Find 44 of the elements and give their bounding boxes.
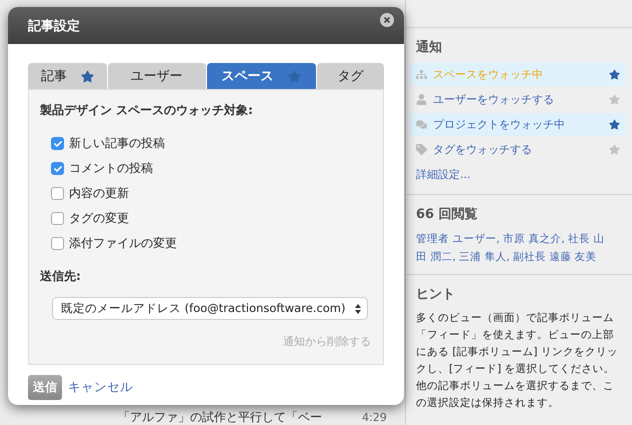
- section-title: 通知: [416, 39, 443, 56]
- section-title: ヒント: [416, 286, 456, 303]
- checkbox[interactable]: [51, 162, 64, 175]
- dialog-title: 記事設定: [28, 18, 80, 34]
- checkbox[interactable]: [51, 187, 64, 200]
- checkbox-label: 新しい記事の投稿: [69, 135, 165, 152]
- user-icon: [416, 94, 427, 105]
- watch-item[interactable]: タグをウォッチする: [410, 138, 626, 161]
- star-icon[interactable]: [609, 69, 620, 80]
- checkmark-icon: [54, 140, 62, 148]
- tab[interactable]: タグ: [316, 63, 384, 89]
- settings-link[interactable]: 詳細設定...: [416, 167, 624, 182]
- watch-item[interactable]: プロジェクトをウォッチ中: [410, 113, 626, 136]
- star-icon[interactable]: [609, 94, 620, 105]
- star-icon[interactable]: [609, 119, 620, 130]
- viewer-list[interactable]: 管理者 ユーザー, 市原 真之介, 社長 山田 潤二, 三浦 隼人, 副社長 遠藤 友美: [416, 230, 606, 266]
- checkbox[interactable]: [51, 237, 64, 250]
- sitemap-icon: [416, 69, 427, 80]
- checkbox[interactable]: [51, 212, 64, 225]
- tab[interactable]: スペース: [206, 63, 316, 89]
- hint-text: 多くのビュー（画面）で記事ボリューム「フィード」を使えます。ビューの上部にある [記事ボリューム] リンクをクリックし、[フィード] を選択してください。他の記事ボリュームを選択するまで、この選択設定は保持されます。: [416, 311, 619, 411]
- star-icon[interactable]: [609, 144, 620, 155]
- speech-bubbles-icon: [416, 119, 427, 130]
- checkbox-label: 添付ファイルの変更: [69, 235, 177, 252]
- article-snippet: 「アルファ」の試作と平行して「ベー: [118, 410, 322, 425]
- section-title: 66 回閲覧: [416, 206, 479, 223]
- submit-button[interactable]: 送信: [28, 375, 62, 400]
- checkbox-label: 内容の更新: [69, 185, 129, 202]
- watch-heading: 製品デザイン スペースのウォッチ対象:: [40, 102, 254, 119]
- tag-icon: [416, 144, 427, 155]
- up-down-icon: [355, 304, 361, 314]
- cancel-link[interactable]: キャンセル: [68, 379, 133, 396]
- tab[interactable]: 記事: [28, 63, 107, 89]
- article-time: 4:29: [362, 410, 387, 425]
- checkbox-label: タグの変更: [69, 210, 129, 227]
- checkmark-icon: [54, 164, 62, 172]
- watch-item[interactable]: ユーザーをウォッチする: [410, 88, 626, 111]
- field-label: 送信先:: [40, 268, 82, 285]
- close-icon: [384, 16, 390, 22]
- checkbox-label: コメントの投稿: [69, 160, 153, 177]
- close-button[interactable]: [380, 12, 394, 26]
- email-select[interactable]: 既定のメールアドレス (foo@tractionsoftware.com): [52, 297, 368, 320]
- checkbox[interactable]: [51, 137, 64, 150]
- tab[interactable]: ユーザー: [108, 63, 206, 89]
